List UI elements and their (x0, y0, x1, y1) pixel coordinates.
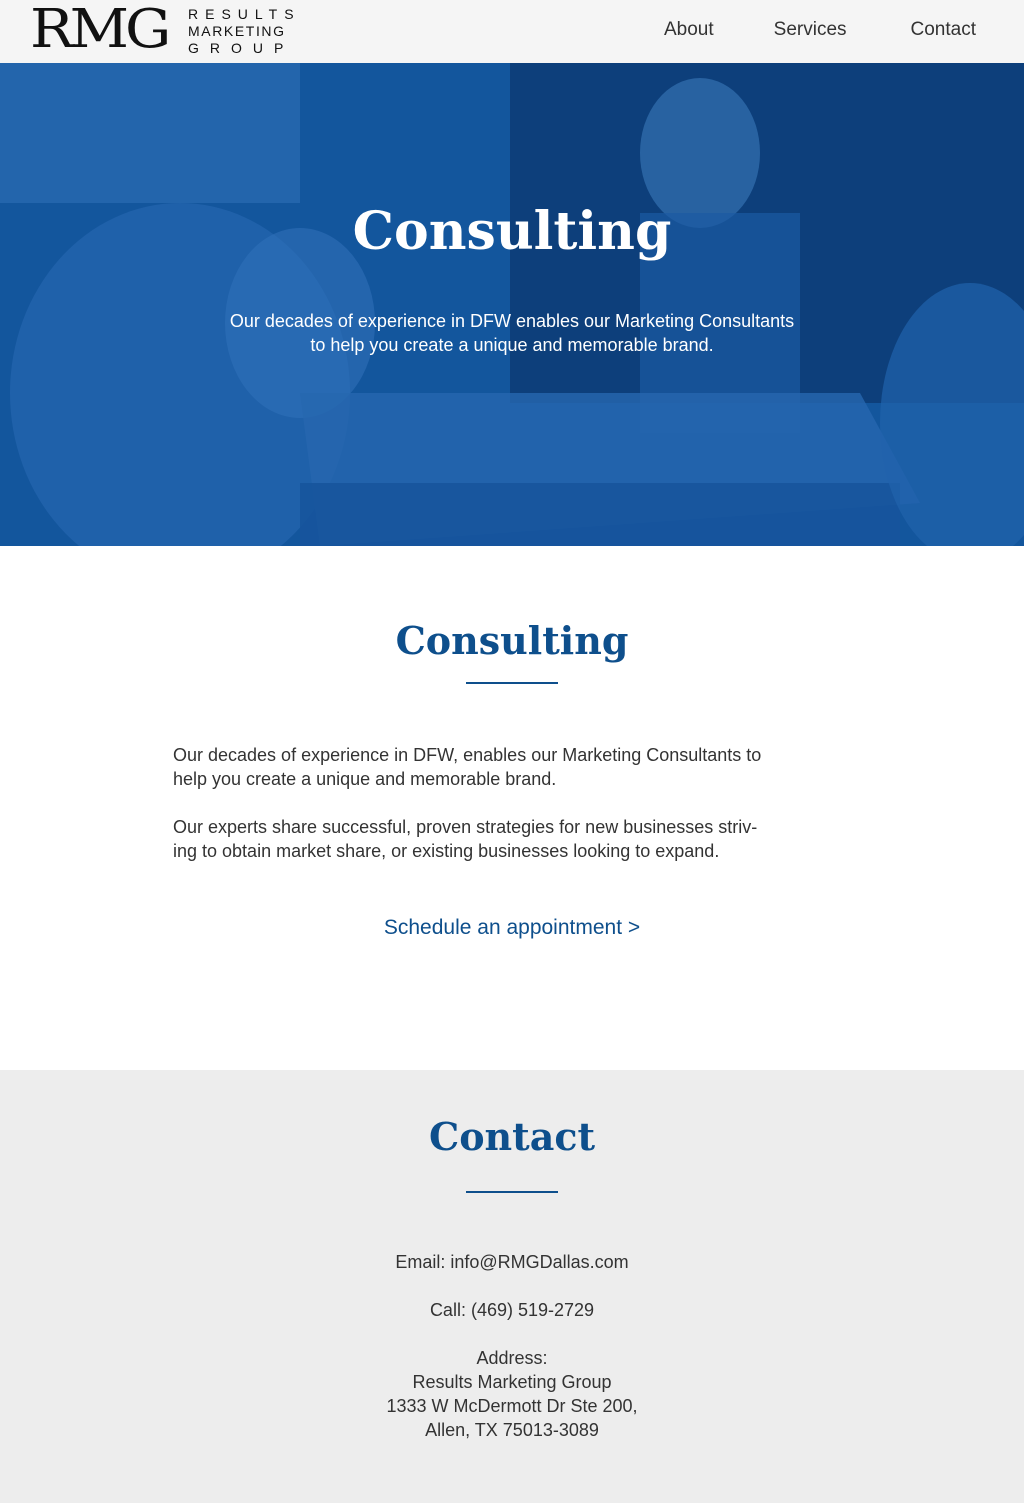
contact-divider (466, 1191, 558, 1193)
schedule-appointment-link[interactable]: Schedule an appointment > (0, 916, 1024, 940)
para2-line2: ing to obtain market share, or existing … (173, 841, 720, 861)
logo-line-results: RESULTS (188, 6, 301, 22)
para1-line2: help you create a unique and memorable b… (173, 769, 557, 789)
hero-subtitle: Our decades of experience in DFW enables… (150, 309, 874, 357)
logo-mark: RMG (30, 0, 171, 60)
contact-section: Contact Email: info@RMGDallas.com Call: … (0, 1070, 1024, 1503)
section-title-contact: Contact (428, 1114, 596, 1159)
hero-subtitle-line2: to help you create a unique and memorabl… (310, 335, 714, 355)
nav-about-link[interactable]: About (664, 19, 714, 41)
rmg-logo[interactable]: RMG RESULTS MARKETING GROUP (30, 2, 310, 58)
nav-services-link[interactable]: Services (774, 19, 847, 41)
main-nav: About Services Contact (664, 19, 976, 41)
logo-line-marketing: MARKETING (188, 23, 286, 39)
contact-address-label: Address: (476, 1348, 548, 1368)
site-header: RMG RESULTS MARKETING GROUP About Servic… (0, 0, 1024, 63)
logo-wordmark: RESULTS MARKETING GROUP (188, 6, 301, 57)
hero-title: Consulting (352, 201, 672, 262)
contact-address-line1: Results Marketing Group (412, 1372, 612, 1392)
contact-address-line2: 1333 W McDermott Dr Ste 200, (386, 1396, 638, 1416)
contact-phone[interactable]: Call: (469) 519-2729 (0, 1298, 1024, 1322)
consulting-paragraph-1: Our decades of experience in DFW, enable… (173, 743, 853, 791)
nav-contact-link[interactable]: Contact (911, 19, 976, 41)
hero-background-image (0, 63, 1024, 546)
section-divider (466, 682, 558, 684)
logo-line-group: GROUP (188, 40, 295, 56)
consulting-paragraph-2: Our experts share successful, proven str… (173, 815, 853, 863)
hero-subtitle-line1: Our decades of experience in DFW enables… (229, 311, 795, 331)
para1-line1: Our decades of experience in DFW, enable… (173, 745, 762, 765)
section-title-consulting: Consulting (395, 618, 629, 663)
hero-banner: Consulting Our decades of experience in … (0, 63, 1024, 546)
para2-line1: Our experts share successful, proven str… (173, 817, 758, 837)
contact-email[interactable]: Email: info@RMGDallas.com (0, 1250, 1024, 1274)
contact-address-line3: Allen, TX 75013-3089 (425, 1420, 599, 1440)
